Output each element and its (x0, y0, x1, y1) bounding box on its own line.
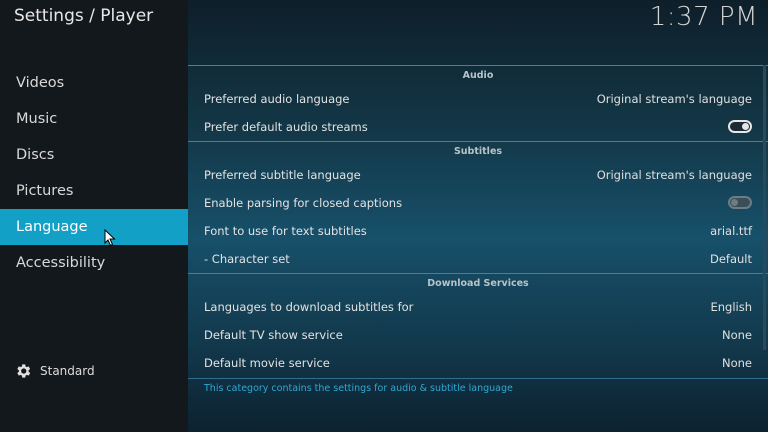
sidebar-item-pictures[interactable]: Pictures (0, 173, 188, 209)
setting-preferred-subtitle-language[interactable]: Preferred subtitle language Original str… (188, 161, 768, 189)
setting-label: - Character set (204, 252, 290, 266)
group-header-subtitles: Subtitles (188, 141, 768, 161)
settings-level-button[interactable]: Standard (14, 360, 95, 382)
setting-default-tv-service[interactable]: Default TV show service None (188, 321, 768, 349)
setting-label: Default movie service (204, 356, 330, 370)
category-description: This category contains the settings for … (188, 378, 768, 398)
setting-prefer-default-audio-streams[interactable]: Prefer default audio streams (188, 113, 768, 141)
setting-character-set[interactable]: - Character set Default (188, 245, 768, 273)
toggle-off-icon[interactable] (728, 196, 752, 209)
settings-level-label: Standard (40, 364, 95, 378)
group-header-download-services: Download Services (188, 273, 768, 293)
setting-label: Font to use for text subtitles (204, 224, 367, 238)
scrollbar[interactable] (763, 65, 766, 350)
setting-value: arial.ttf (710, 224, 752, 238)
setting-label: Prefer default audio streams (204, 120, 368, 134)
setting-value: English (710, 300, 752, 314)
category-menu: Videos Music Discs Pictures Language Acc… (0, 65, 188, 281)
sidebar-item-language[interactable]: Language (0, 209, 188, 245)
mouse-pointer-icon (104, 229, 116, 247)
settings-panel: Audio Preferred audio language Original … (188, 65, 768, 398)
toggle-on-icon[interactable] (728, 120, 752, 133)
setting-label: Preferred subtitle language (204, 168, 361, 182)
setting-default-movie-service[interactable]: Default movie service None (188, 349, 768, 377)
setting-closed-captions-parsing[interactable]: Enable parsing for closed captions (188, 189, 768, 217)
setting-value: Original stream's language (596, 168, 752, 182)
sidebar-item-accessibility[interactable]: Accessibility (0, 245, 188, 281)
sidebar-item-music[interactable]: Music (0, 101, 188, 137)
setting-label: Languages to download subtitles for (204, 300, 414, 314)
setting-preferred-audio-language[interactable]: Preferred audio language Original stream… (188, 85, 768, 113)
setting-value: None (721, 328, 752, 342)
sidebar: Settings / Player Videos Music Discs Pic… (0, 0, 188, 432)
setting-label: Default TV show service (204, 328, 343, 342)
setting-label: Preferred audio language (204, 92, 350, 106)
setting-value: Original stream's language (596, 92, 752, 106)
setting-subtitle-font[interactable]: Font to use for text subtitles arial.ttf (188, 217, 768, 245)
setting-value: Default (709, 252, 752, 266)
setting-label: Enable parsing for closed captions (204, 196, 403, 210)
sidebar-item-discs[interactable]: Discs (0, 137, 188, 173)
group-header-audio: Audio (188, 65, 768, 85)
setting-download-subtitle-languages[interactable]: Languages to download subtitles for Engl… (188, 293, 768, 321)
setting-value: None (721, 356, 752, 370)
clock: 1:37 PM (649, 2, 758, 32)
sidebar-item-videos[interactable]: Videos (0, 65, 188, 101)
gear-icon (17, 364, 31, 378)
page-title: Settings / Player (14, 6, 154, 26)
